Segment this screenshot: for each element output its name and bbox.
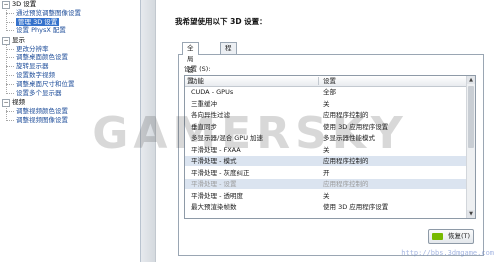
tree-connector bbox=[6, 57, 14, 59]
tree-item[interactable]: 调整桌面颜色设置 bbox=[16, 53, 68, 61]
feature-name: 垂直同步 bbox=[191, 122, 217, 131]
tree-connector bbox=[6, 66, 14, 68]
feature-name: 最大预渲染帧数 bbox=[191, 203, 237, 211]
list-row[interactable]: 平滑处理 - 透明度 关 bbox=[185, 191, 466, 201]
setting-value[interactable]: 开 bbox=[323, 168, 330, 178]
list-row[interactable]: 最大预渲染帧数 使用 3D 应用程序设置 bbox=[185, 202, 466, 212]
feature-name: 平滑处理 - 透明度 bbox=[191, 191, 243, 200]
feature-name: 平滑处理 - 设置 bbox=[191, 180, 237, 188]
tab-program-settings[interactable]: 程序设置 bbox=[220, 42, 237, 85]
list-row[interactable]: 三重缓冲 关 bbox=[185, 99, 466, 109]
feature-name: 平滑处理 - 模式 bbox=[191, 157, 237, 165]
column-divider[interactable] bbox=[318, 77, 319, 85]
tree-connector bbox=[6, 119, 14, 121]
feature-name: 平滑处理 - FXAA bbox=[191, 145, 241, 154]
list-row[interactable]: 多显示器/混合 GPU 加速 多显示器性能模式 bbox=[185, 133, 466, 143]
scroll-up-arrow-icon[interactable]: ▲ bbox=[467, 76, 475, 84]
tree-item[interactable]: 设置多个显示器 bbox=[16, 89, 62, 97]
tree-connector bbox=[6, 7, 7, 32]
tree-connector bbox=[6, 83, 14, 85]
tab-global-settings[interactable]: 全局设置 bbox=[182, 42, 199, 85]
setting-value[interactable]: 关 bbox=[323, 191, 330, 201]
main-panel: 我希望使用以下 3D 设置： 全局设置 程序设置 设置 (S): 功能 设置 C… bbox=[156, 0, 500, 262]
tree-category[interactable]: 显示 bbox=[12, 36, 25, 44]
tree-connector bbox=[6, 75, 14, 76]
tree-item[interactable]: 更改分辨率 bbox=[16, 45, 49, 53]
tree-connector bbox=[6, 48, 14, 50]
setting-value[interactable]: 全部 bbox=[323, 87, 336, 97]
list-row[interactable]: 平滑处理 - FXAA 关 bbox=[185, 145, 466, 155]
feature-name: 各向异性过滤 bbox=[191, 111, 230, 119]
vertical-scrollbar[interactable]: ▲ ▼ bbox=[466, 76, 475, 218]
setting-value[interactable]: 使用 3D 应用程序设置 bbox=[323, 122, 388, 132]
scroll-down-arrow-icon[interactable]: ▼ bbox=[467, 210, 475, 218]
tree-item[interactable]: 管理 3D 设置 bbox=[16, 17, 60, 26]
tree-connector bbox=[6, 92, 14, 94]
list-row[interactable]: 平滑处理 - 设置 应用程序控制的 bbox=[185, 179, 466, 189]
tree-item[interactable]: 调整视频图像设置 bbox=[16, 116, 68, 124]
tree-connector bbox=[6, 30, 14, 32]
tab-panel: 设置 (S): 功能 设置 CUDA - GPUs 全部 三重缓冲关各向异性过滤 应用… bbox=[178, 54, 484, 256]
tree-item[interactable]: 通过预览调整图像设置 bbox=[16, 9, 81, 17]
page-heading: 我希望使用以下 3D 设置： bbox=[175, 17, 267, 26]
list-row[interactable]: 平滑处理 - 灰度纠正 开 bbox=[185, 168, 466, 178]
tree-item[interactable]: 旋转显示器 bbox=[16, 62, 49, 70]
setting-value[interactable]: 使用 3D 应用程序设置 bbox=[323, 202, 388, 212]
list-row[interactable]: CUDA - GPUs 全部 bbox=[185, 87, 466, 97]
setting-value[interactable]: 关 bbox=[323, 145, 330, 155]
list-row[interactable]: 垂直同步 使用 3D 应用程序设置 bbox=[185, 122, 466, 132]
scroll-thumb[interactable] bbox=[468, 86, 474, 148]
list-header: 功能 设置 bbox=[185, 76, 466, 87]
setting-value[interactable]: 关 bbox=[323, 99, 330, 109]
nvidia-logo-icon bbox=[432, 233, 443, 240]
feature-name: 平滑处理 - 灰度纠正 bbox=[191, 168, 250, 177]
restore-label: 恢复(T) bbox=[448, 232, 471, 240]
settings-tree: −3D 设置 通过预览调整图像设置 管理 3D 设置 设置 PhysX 配置 − 显示 更改… bbox=[0, 0, 141, 262]
tree-item[interactable]: 调整视频颜色设置 bbox=[16, 107, 68, 115]
setting-value[interactable]: 应用程序控制的 bbox=[323, 110, 369, 120]
tree-connector bbox=[6, 105, 7, 121]
tree-item[interactable]: 设置 PhysX 配置 bbox=[16, 26, 66, 34]
feature-name: 三重缓冲 bbox=[191, 99, 217, 108]
tree-category[interactable]: 3D 设置 bbox=[12, 0, 36, 8]
list-row[interactable]: 各向异性过滤 应用程序控制的 bbox=[185, 110, 466, 120]
setting-value[interactable]: 应用程序控制的 bbox=[323, 156, 369, 166]
feature-name: CUDA - GPUs bbox=[191, 88, 234, 96]
tree-connector bbox=[6, 21, 14, 23]
pane-divider[interactable] bbox=[141, 0, 156, 262]
settings-list: 功能 设置 CUDA - GPUs 全部 三重缓冲关各向异性过滤 应用程序控制的 垂直同… bbox=[184, 75, 476, 219]
tree-connector bbox=[6, 110, 14, 112]
restore-button[interactable]: 恢复(T) bbox=[428, 229, 474, 244]
tree-connector bbox=[6, 43, 7, 94]
tree-item[interactable]: 调整桌面尺寸和位置 bbox=[16, 80, 75, 88]
tree-connector bbox=[6, 12, 14, 14]
list-row[interactable]: 平滑处理 - 模式 应用程序控制的 bbox=[185, 156, 466, 166]
tree-category[interactable]: 视频 bbox=[12, 98, 25, 106]
setting-value[interactable]: 多显示器性能模式 bbox=[323, 133, 375, 143]
tree-item[interactable]: 设置数字视频 bbox=[16, 71, 55, 79]
column-header-setting[interactable]: 设置 bbox=[323, 76, 336, 86]
setting-value[interactable]: 应用程序控制的 bbox=[323, 179, 369, 189]
feature-name: 多显示器/混合 GPU 加速 bbox=[191, 134, 264, 142]
